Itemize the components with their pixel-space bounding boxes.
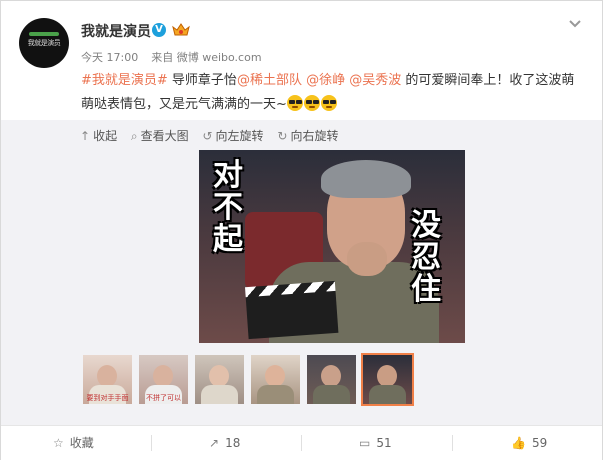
rotate-left-button[interactable]: ↺ 向左旋转 [202,127,263,144]
verified-icon: V [152,23,166,37]
avatar-logo-text: 我就是演员 [27,39,61,47]
image-toolbar: ↑ 收起 ⌕ 查看大图 ↺ 向左旋转 ↻ 向右旋转 [80,127,348,144]
repost-button[interactable]: ↗ 18 [209,426,240,460]
favorite-label: 收藏 [69,436,94,450]
view-large-label: 查看大图 [140,129,189,143]
cool-emoji-icon [303,95,320,111]
mention-link[interactable]: @稀土部队 [237,73,302,88]
star-icon: ☆ [53,436,64,450]
like-button[interactable]: 👍 59 [511,426,547,460]
source-link[interactable]: 微博 weibo.com [177,51,262,64]
share-icon: ↗ [209,436,220,450]
post-time[interactable]: 今天 17:00 [81,51,138,64]
thumbnail-caption: 要到对手手面 [86,394,129,402]
thumbnail-caption: 不拼了可以 [146,394,181,402]
post-text-segment: 导师章子怡 [167,73,237,88]
thumbnail-6[interactable] [361,353,414,406]
rotate-right-button[interactable]: ↻ 向右旋转 [277,127,338,144]
rotate-right-label: 向右旋转 [290,129,339,143]
thumbnail-5[interactable] [307,355,356,404]
thumbnail-3[interactable] [195,355,244,404]
thumbnail-1[interactable]: 要到对手手面 [83,355,132,404]
chevron-down-icon[interactable] [567,17,583,31]
like-count: 59 [531,436,548,450]
divider [151,435,152,451]
rotate-left-label: 向左旋转 [215,129,264,143]
comment-icon: ▭ [359,436,371,450]
rotate-left-icon: ↺ [202,129,213,143]
collapse-label: 收起 [93,129,118,143]
favorite-button[interactable]: ☆ 收藏 [53,426,94,460]
caption-right: 没忍住 [411,208,441,307]
main-image[interactable]: 对不起 没忍住 [199,150,465,343]
comment-count: 51 [376,436,392,450]
action-bar: ☆ 收藏 ↗ 18 ▭ 51 👍 59 [1,425,602,460]
cool-emoji-icon [286,95,303,111]
thumbnail-2[interactable]: 不拼了可以 [139,355,188,404]
caption-left: 对不起 [213,158,243,257]
divider [452,435,453,451]
username-link[interactable]: 我就是演员 [81,21,151,41]
arrow-up-icon: ↑ [80,129,91,143]
avatar[interactable]: 我就是演员 [19,18,69,68]
logo-decoration [29,32,59,36]
source-prefix: 来自 [151,51,174,64]
clapperboard [245,288,339,340]
post-meta: 今天 17:00 来自 微博 weibo.com [81,49,262,65]
mention-link[interactable]: @徐峥 [306,73,345,88]
view-large-button[interactable]: ⌕ 查看大图 [131,127,189,144]
rotate-right-icon: ↻ [277,129,288,143]
thumbnail-4[interactable] [251,355,300,404]
person-hand [347,242,387,276]
person-hair [321,160,411,198]
vip-crown-icon [172,23,190,36]
collapse-button[interactable]: ↑ 收起 [80,127,117,144]
mention-link[interactable]: @吴秀波 [349,73,401,88]
comment-button[interactable]: ▭ 51 [359,426,392,460]
media-viewer: ↑收起 ⌕查看大图 ↺向左旋转 ↻向右旋转 对不起 没忍住 要到对手手面 [1,120,602,425]
weibo-post-card: 我就是演员 我就是演员 V 今天 17:00 来自 微博 weibo.com #… [0,0,603,460]
hashtag-link[interactable]: #我就是演员# [81,73,168,88]
thumbs-up-icon: 👍 [511,436,526,450]
post-text: #我就是演员# 导师章子怡@稀土部队 @徐峥 @吴秀波 的可爱瞬间奉上！收了这波… [81,69,586,117]
search-icon: ⌕ [130,129,138,143]
repost-count: 18 [225,436,241,450]
cool-emoji-icon [320,95,337,111]
divider [301,435,302,451]
